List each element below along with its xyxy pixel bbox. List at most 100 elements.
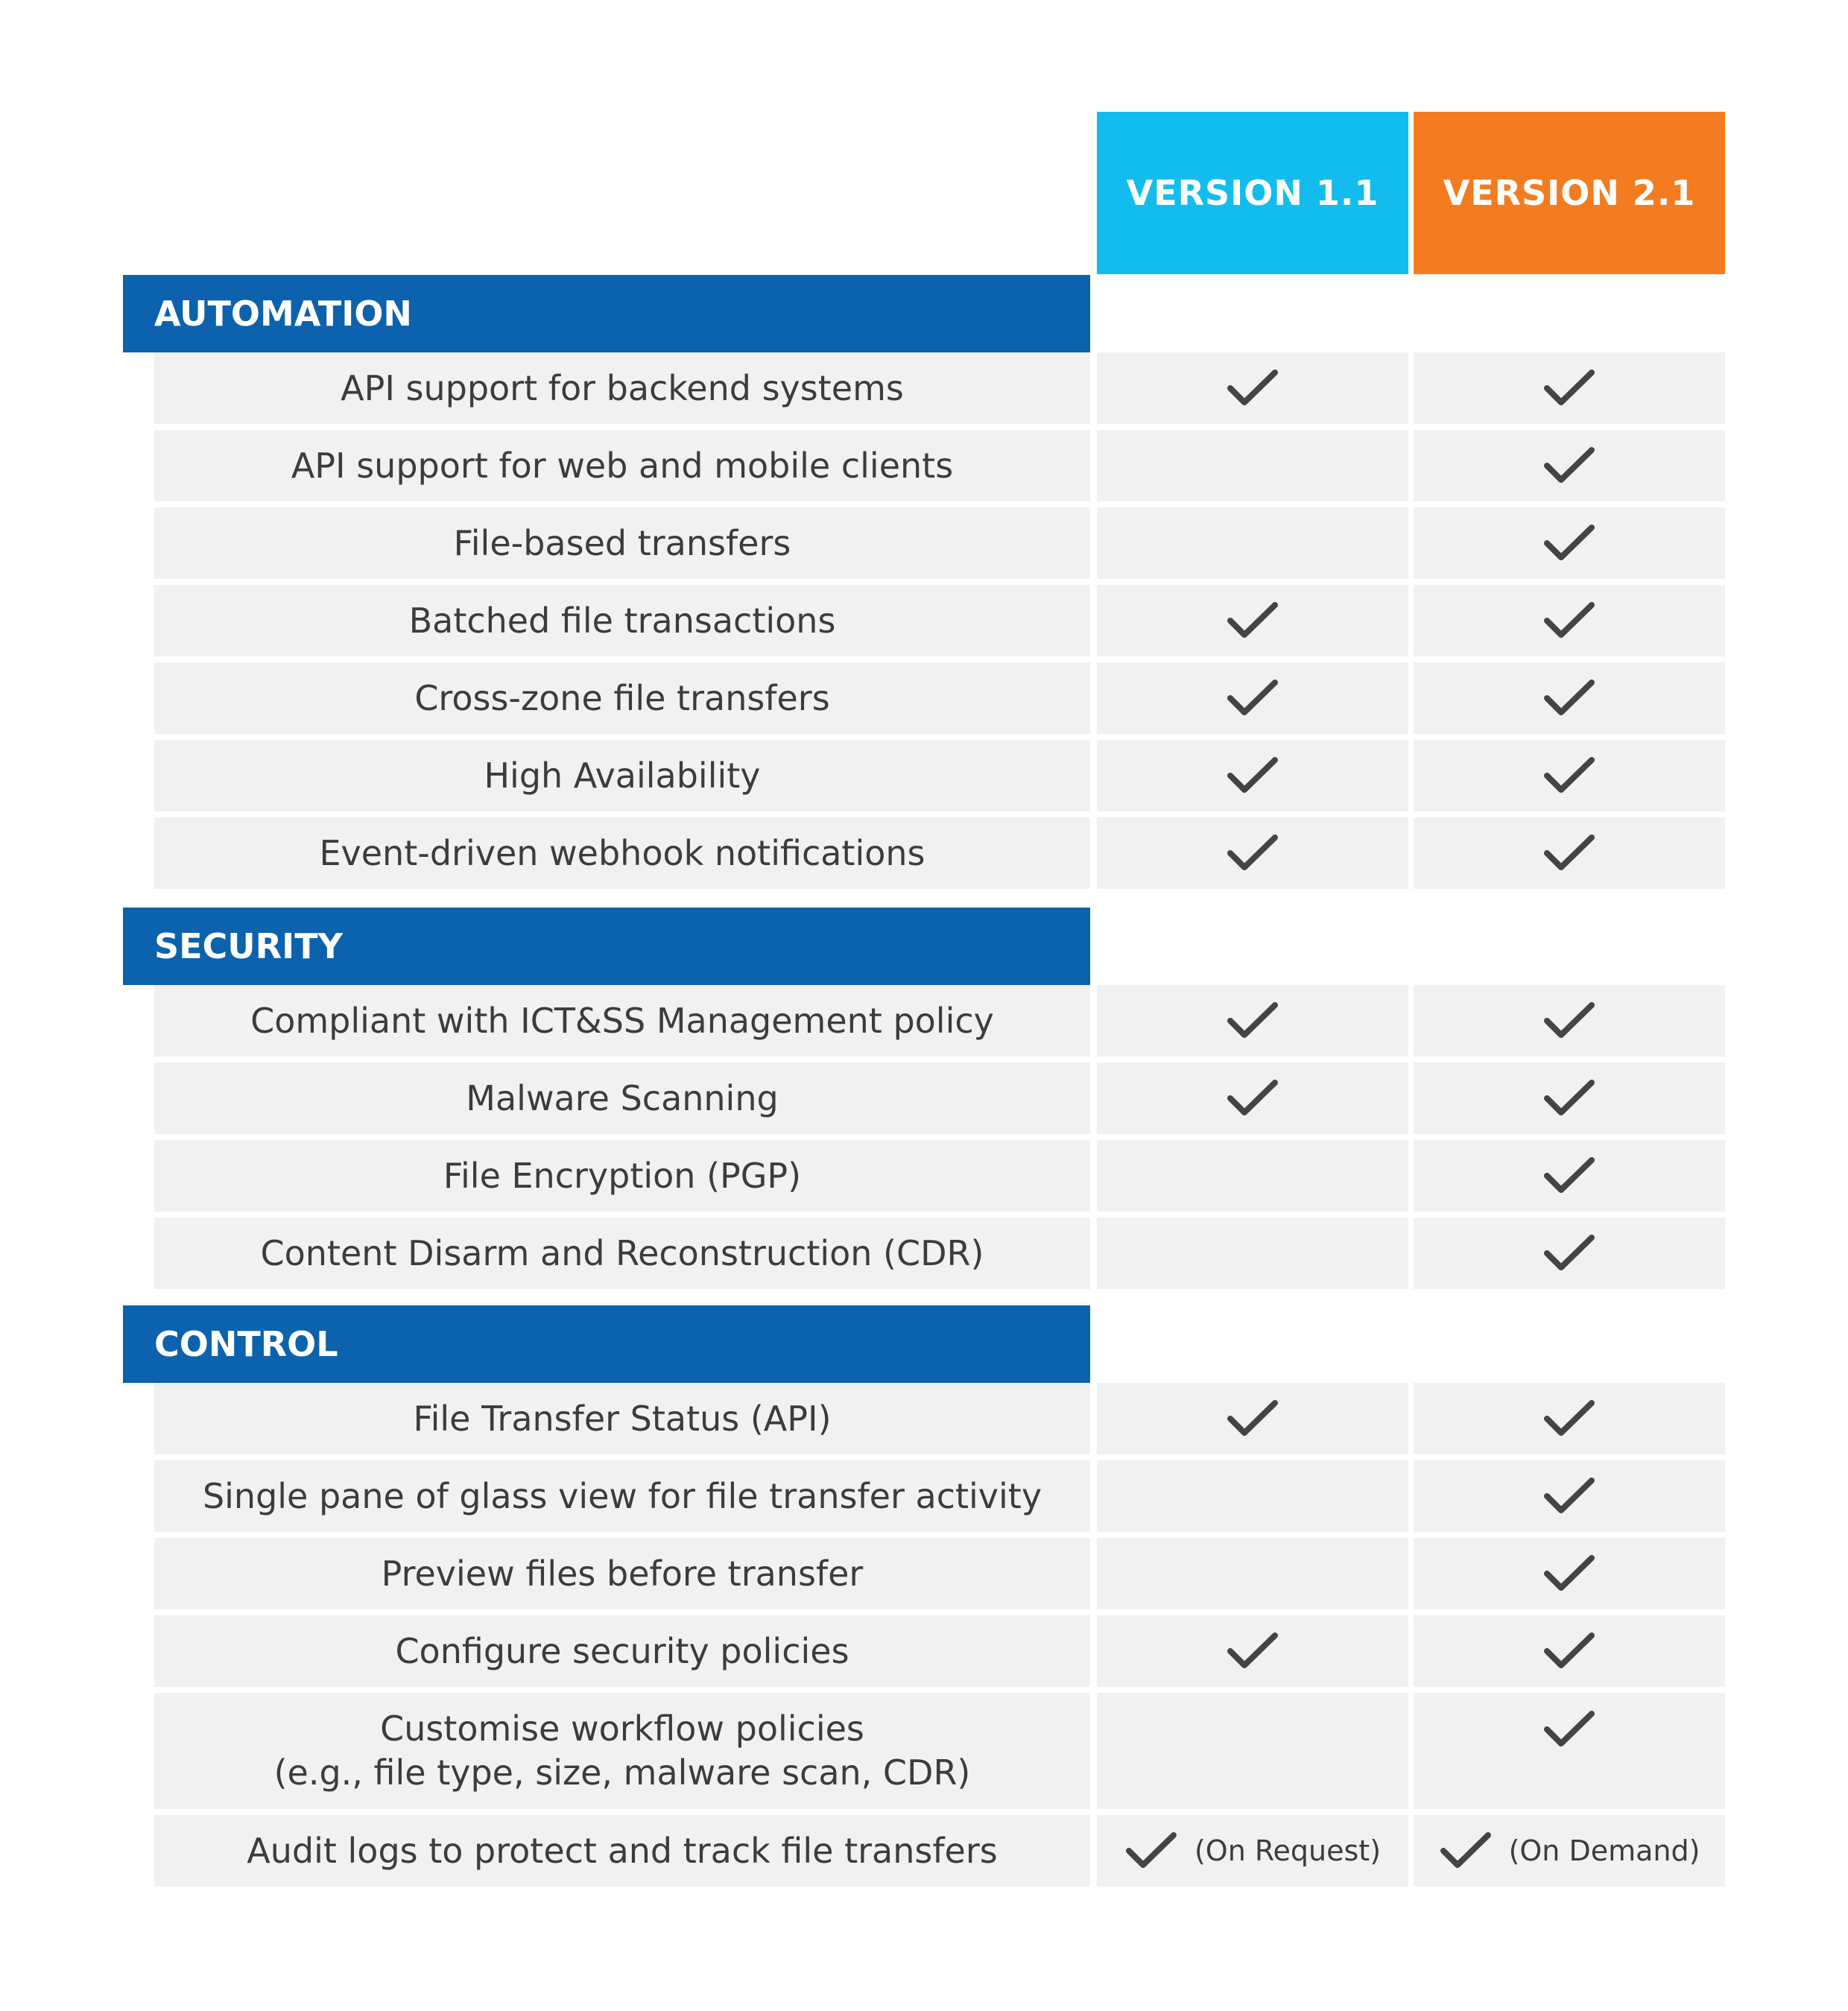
feature-cell: High Availability [154,740,1090,811]
feature-cell: Customise workflow policies (e.g., file … [154,1693,1090,1809]
check-icon [1544,1555,1595,1591]
check-icon [1227,1632,1278,1668]
version-2-1-cell [1414,1140,1725,1212]
check-icon [1544,1157,1595,1193]
feature-cell: API support for web and mobile clients [154,430,1090,501]
check-with-note: (On Request) [1124,1831,1381,1871]
version-2-1-cell [1414,430,1725,501]
version-1-1-cell [1097,1383,1408,1454]
version-1-1-header: VERSION 1.1 [1097,112,1408,274]
version-1-1-cell [1097,740,1408,811]
version-2-1-cell [1414,1693,1725,1809]
section-header-automation: AUTOMATION [123,275,1090,352]
check-icon [1227,680,1278,715]
check-icon [1544,525,1595,560]
version-1-1-cell: (On Request) [1097,1815,1408,1887]
version-1-1-cell [1097,817,1408,889]
feature-label: Content Disarm and Reconstruction (CDR) [260,1232,984,1273]
feature-label: High Availability [484,755,761,796]
feature-cell: Cross-zone file transfers [154,662,1090,734]
feature-cell: File Transfer Status (API) [154,1383,1090,1454]
feature-label: File-based transfers [453,522,791,563]
feature-cell: Compliant with ICT&SS Management policy [154,985,1090,1057]
version-2-1-cell [1414,817,1725,889]
version-1-1-cell [1097,1140,1408,1212]
version-2-1-cell [1414,1383,1725,1454]
version-2-1-cell [1414,1460,1725,1532]
check-icon [1544,370,1595,405]
check-icon [1544,1002,1595,1038]
check-icon [1227,1002,1278,1038]
check-icon [1544,1400,1595,1436]
check-icon [1544,1711,1595,1746]
check-icon [1544,1080,1595,1115]
feature-cell: Configure security policies [154,1615,1090,1687]
feature-label: Preview files before transfer [381,1553,864,1594]
version-2-1-cell [1414,585,1725,656]
feature-label: API support for backend systems [341,367,904,408]
feature-label: Cross-zone file transfers [414,677,830,718]
feature-cell: Preview files before transfer [154,1538,1090,1609]
check-icon [1544,447,1595,483]
version-1-1-cell [1097,585,1408,656]
version-2-1-cell [1414,1538,1725,1609]
feature-label: Single pane of glass view for file trans… [202,1475,1042,1516]
feature-label: Compliant with ICT&SS Management policy [250,1000,994,1041]
feature-label: Batched file transactions [408,600,836,641]
check-icon [1227,757,1278,793]
feature-label: File Encryption (PGP) [443,1155,802,1196]
feature-cell: API support for backend systems [154,352,1090,424]
version-2-1-cell [1414,985,1725,1057]
feature-cell: Batched file transactions [154,585,1090,656]
feature-label: Customise workflow policies (e.g., file … [273,1708,971,1793]
version-1-1-cell [1097,1460,1408,1532]
feature-cell: File Encryption (PGP) [154,1140,1090,1212]
check-icon [1227,1080,1278,1115]
check-with-note: (On Demand) [1439,1831,1700,1871]
feature-cell: File-based transfers [154,507,1090,579]
feature-cell: Event-driven webhook notifications [154,817,1090,889]
check-icon [1544,1235,1595,1270]
version-2-1-header: VERSION 2.1 [1414,112,1725,274]
version-1-1-cell [1097,507,1408,579]
check-icon [1227,370,1278,405]
check-icon [1227,835,1278,870]
version-2-1-cell [1414,352,1725,424]
check-icon [1544,602,1595,638]
feature-cell: Malware Scanning [154,1062,1090,1134]
version-2-1-cell: (On Demand) [1414,1815,1725,1887]
availability-note: (On Request) [1194,1834,1382,1867]
feature-label: File Transfer Status (API) [413,1398,832,1439]
version-2-1-cell [1414,1615,1725,1687]
version-1-1-cell [1097,430,1408,501]
check-icon [1544,757,1595,793]
check-icon [1544,1478,1595,1513]
feature-cell: Single pane of glass view for file trans… [154,1460,1090,1532]
version-1-1-cell [1097,1217,1408,1289]
feature-label: API support for web and mobile clients [291,445,954,486]
check-icon [1544,1632,1595,1668]
version-1-1-cell [1097,985,1408,1057]
version-1-1-cell [1097,662,1408,734]
version-1-1-cell [1097,1062,1408,1134]
feature-cell: Content Disarm and Reconstruction (CDR) [154,1217,1090,1289]
version-2-1-cell [1414,1062,1725,1134]
check-icon [1544,835,1595,870]
section-header-security: SECURITY [123,908,1090,985]
feature-label: Configure security policies [395,1630,849,1671]
feature-label: Event-driven webhook notifications [319,832,925,873]
version-1-1-cell [1097,1538,1408,1609]
check-icon [1227,602,1278,638]
version-1-1-cell [1097,1693,1408,1809]
version-2-1-cell [1414,662,1725,734]
availability-note: (On Demand) [1508,1834,1700,1867]
version-1-1-cell [1097,352,1408,424]
section-header-control: CONTROL [123,1305,1090,1383]
check-icon [1440,1832,1491,1868]
version-2-1-cell [1414,740,1725,811]
feature-cell: Audit logs to protect and track file tra… [154,1815,1090,1887]
version-1-1-cell [1097,1615,1408,1687]
check-icon [1544,680,1595,715]
version-2-1-cell [1414,1217,1725,1289]
version-2-1-cell [1414,507,1725,579]
